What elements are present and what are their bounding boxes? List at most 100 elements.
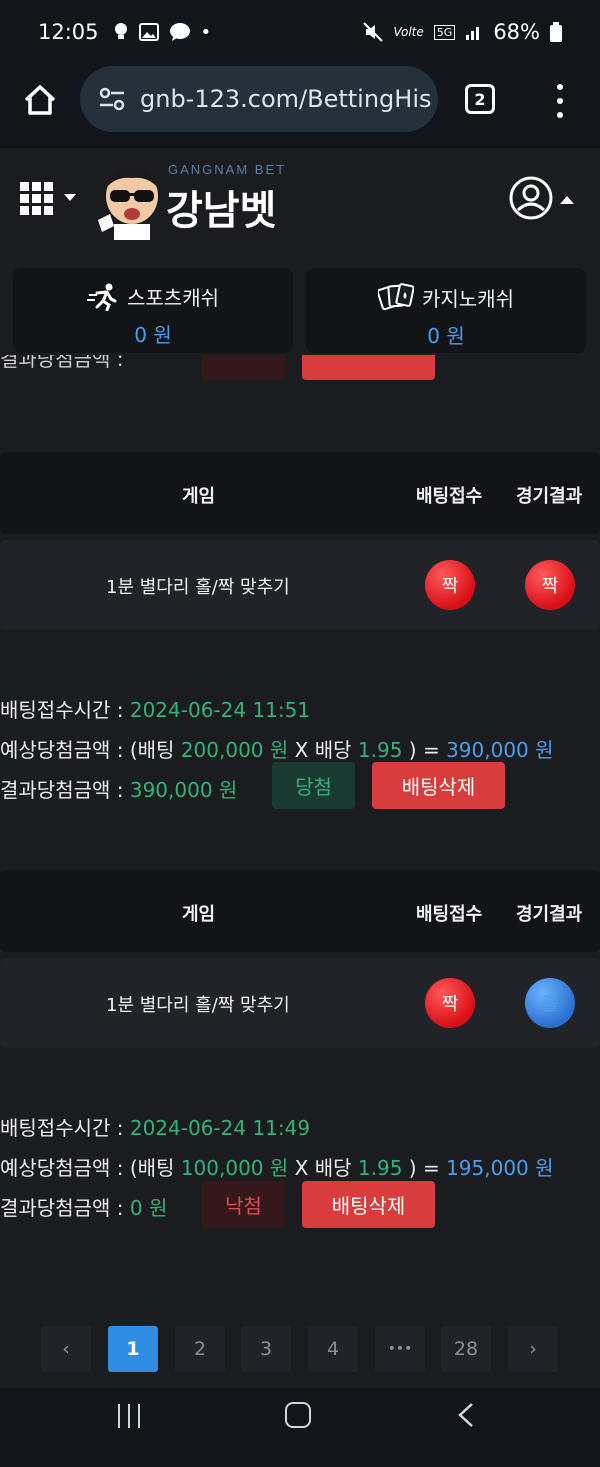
status-bar: 12:05 • Volte 5G 68% <box>0 0 600 64</box>
result-amount-value: 0 원 <box>129 1196 168 1220</box>
recent-apps-icon[interactable] <box>118 1404 140 1428</box>
game-result-ball: 홀 <box>525 978 575 1028</box>
expected-value: 390,000 원 <box>446 738 554 762</box>
pagination: ‹ 1 2 3 4 ••• 28 › <box>0 1326 600 1372</box>
stake-unit: 원 <box>263 738 289 762</box>
site-header: GANGNAM BET 강남벳 <box>0 146 600 250</box>
runner-icon <box>87 283 117 311</box>
expected-amount-line: 예상당첨금액 : (배팅 100,000 원 X 배당 1.95 ) = 195… <box>0 1152 554 1181</box>
header-game: 게임 <box>182 486 216 507</box>
battery-icon <box>550 22 562 42</box>
chevron-up-icon[interactable] <box>560 196 574 204</box>
header-bet: 배팅접수 <box>416 486 483 507</box>
bulb-icon <box>114 23 127 39</box>
equals-label: ) = <box>402 1156 447 1180</box>
bet-time-label: 배팅접수시간 : <box>0 1116 130 1140</box>
system-nav-bar <box>0 1388 600 1467</box>
grid-menu-icon[interactable] <box>20 182 53 215</box>
bet-table-header: 게임 배팅접수 경기결과 <box>0 870 600 952</box>
status-time: 12:05 <box>38 20 99 44</box>
bet-game-row: 1분 별다리 홀/짝 맞추기 짝 홀 <box>0 958 600 1048</box>
chevron-down-icon[interactable] <box>64 194 76 201</box>
game-name: 1분 별다리 홀/짝 맞추기 <box>106 577 290 598</box>
image-icon <box>138 23 159 41</box>
odds-label: X 배당 <box>288 1156 358 1180</box>
page-button-4[interactable]: 4 <box>308 1326 358 1372</box>
result-amount-line: 결과당첨금액 : 0 원 <box>0 1192 167 1221</box>
logo-mascot-icon[interactable] <box>96 162 162 242</box>
page-ellipsis[interactable]: ••• <box>375 1326 425 1372</box>
expected-value: 195,000 원 <box>446 1156 554 1180</box>
bet-game-row: 1분 별다리 홀/짝 맞추기 짝 짝 <box>0 540 600 630</box>
delete-bet-button[interactable]: 배팅삭제 <box>372 762 505 809</box>
game-name: 1분 별다리 홀/짝 맞추기 <box>106 995 290 1016</box>
header-result: 경기결과 <box>516 904 583 925</box>
url-text: gnb-123.com/BettingHis <box>140 85 432 113</box>
bet-table-header: 게임 배팅접수 경기결과 <box>0 452 600 534</box>
delete-bet-button[interactable]: 배팅삭제 <box>302 1181 435 1228</box>
odds-label: X 배당 <box>288 738 358 762</box>
page-button-3[interactable]: 3 <box>241 1326 291 1372</box>
casino-cash-amount: 0 원 <box>427 324 465 348</box>
prev-page-button[interactable]: ‹ <box>41 1326 91 1372</box>
result-amount-line: 결과당첨금액 : 390,000 원 <box>0 774 237 803</box>
game-result-ball: 짝 <box>525 560 575 610</box>
page-button-2[interactable]: 2 <box>175 1326 225 1372</box>
bet-time-value: 2024-06-24 11:51 <box>129 698 311 722</box>
casino-cash-card[interactable]: 카지노캐쉬 0 원 <box>306 268 586 353</box>
stake-value: 200,000 <box>180 738 264 762</box>
page-button-1[interactable]: 1 <box>108 1326 158 1372</box>
odds-value: 1.95 <box>357 1156 403 1180</box>
address-bar[interactable]: gnb-123.com/BettingHis <box>80 66 438 132</box>
previous-bet-partial: 결과당첨금액 : <box>0 355 600 391</box>
user-account-icon[interactable] <box>509 176 553 220</box>
network-label: 5G <box>433 24 456 40</box>
bet-time-line: 배팅접수시간 : 2024-06-24 11:51 <box>0 694 310 723</box>
partial-delete-button[interactable] <box>302 355 435 380</box>
more-menu-icon[interactable] <box>552 84 568 118</box>
cards-icon <box>378 283 414 311</box>
header-bet: 배팅접수 <box>416 904 483 925</box>
sports-cash-label: 스포츠캐쉬 <box>127 286 219 310</box>
bet-pick-ball: 짝 <box>425 978 475 1028</box>
site-settings-icon[interactable] <box>98 85 126 113</box>
header-game: 게임 <box>182 904 216 925</box>
stake-unit: 원 <box>263 1156 289 1180</box>
bet-pick-ball: 짝 <box>425 560 475 610</box>
battery-percent: 68% <box>493 20 540 44</box>
result-amount-value: 390,000 원 <box>129 778 238 802</box>
status-badge: 낙첨 <box>202 1181 285 1228</box>
status-badge: 당첨 <box>272 762 355 809</box>
partial-result-label: 결과당첨금액 : <box>0 355 124 371</box>
page-button-28[interactable]: 28 <box>441 1326 491 1372</box>
tab-switcher-button[interactable]: 2 <box>465 84 495 114</box>
expected-label: 예상당첨금액 : (배팅 <box>0 738 181 762</box>
casino-cash-label: 카지노캐쉬 <box>422 286 514 311</box>
browser-toolbar: gnb-123.com/BettingHis 2 <box>0 64 600 146</box>
header-result: 경기결과 <box>516 486 583 507</box>
chat-icon <box>169 23 190 41</box>
partial-status-badge <box>202 355 285 380</box>
stake-value: 100,000 <box>180 1156 264 1180</box>
back-icon[interactable] <box>454 1402 478 1428</box>
odds-value: 1.95 <box>357 738 403 762</box>
mute-icon <box>362 22 383 42</box>
sports-cash-card[interactable]: 스포츠캐쉬 0 원 <box>13 268 293 353</box>
next-page-button[interactable]: › <box>508 1326 558 1372</box>
logo-subtitle: GANGNAM BET <box>168 162 287 177</box>
logo-title[interactable]: 강남벳 <box>166 178 276 236</box>
result-amount-label: 결과당첨금액 : <box>0 1196 130 1220</box>
home-icon[interactable] <box>22 82 58 118</box>
sports-cash-amount: 0 원 <box>134 323 172 347</box>
expected-amount-line: 예상당첨금액 : (배팅 200,000 원 X 배당 1.95 ) = 390… <box>0 734 554 763</box>
nav-home-icon[interactable] <box>285 1402 311 1428</box>
signal-icon <box>466 27 480 40</box>
result-amount-label: 결과당첨금액 : <box>0 778 130 802</box>
notification-dot: • <box>200 21 212 43</box>
expected-label: 예상당첨금액 : (배팅 <box>0 1156 181 1180</box>
bet-time-value: 2024-06-24 11:49 <box>129 1116 311 1140</box>
bet-time-line: 배팅접수시간 : 2024-06-24 11:49 <box>0 1112 310 1141</box>
bet-time-label: 배팅접수시간 : <box>0 698 130 722</box>
equals-label: ) = <box>402 738 447 762</box>
volte-label: Volte <box>393 25 424 39</box>
